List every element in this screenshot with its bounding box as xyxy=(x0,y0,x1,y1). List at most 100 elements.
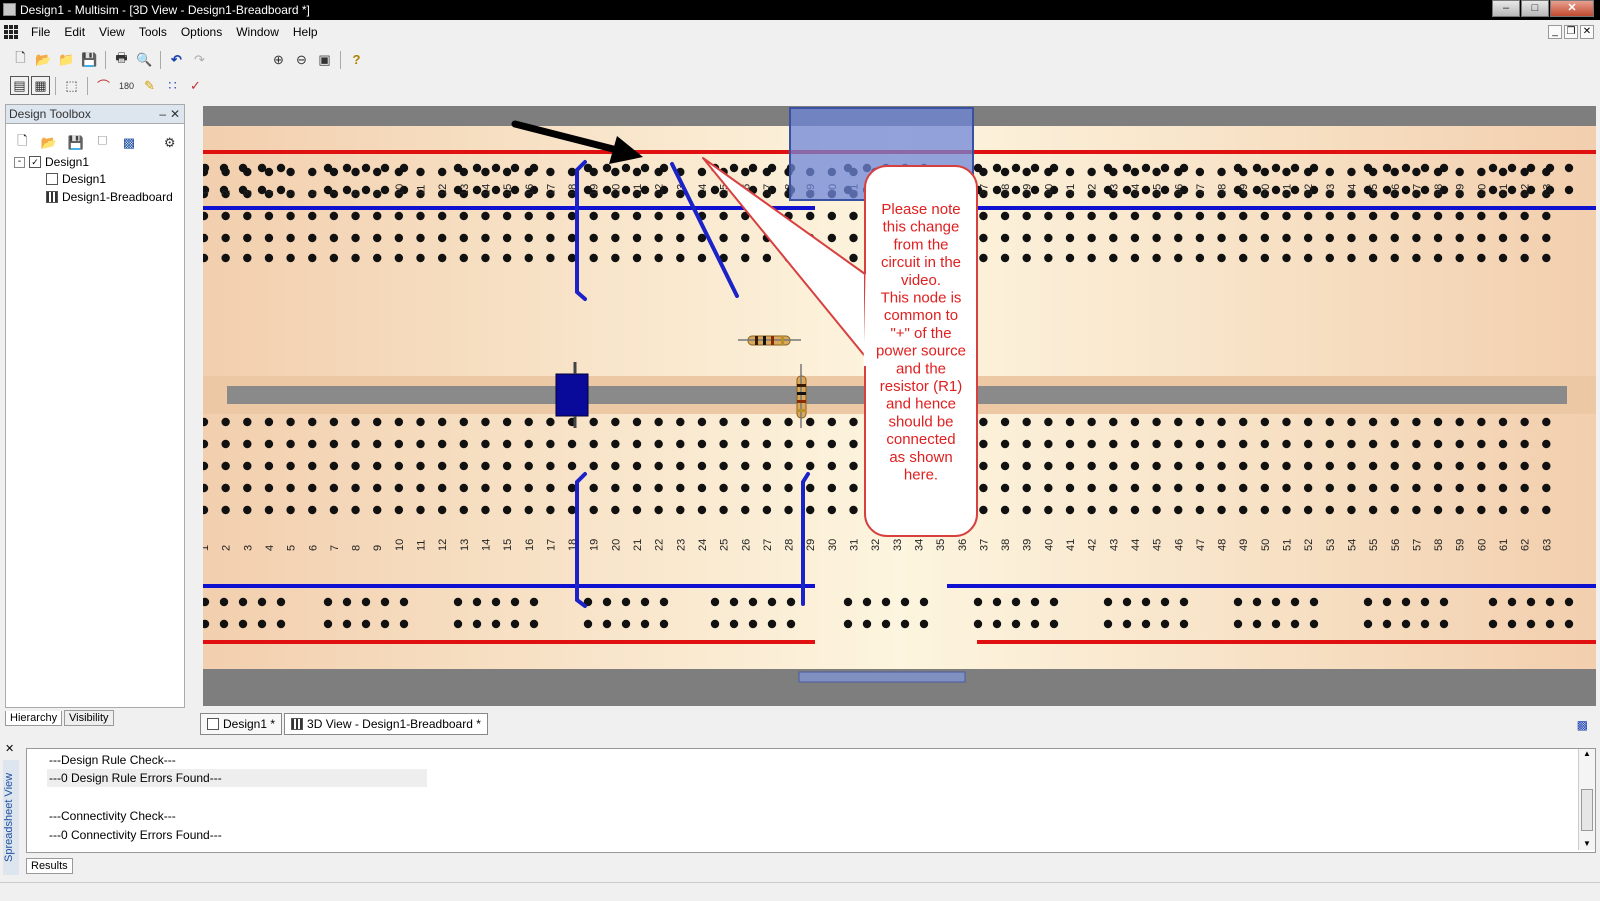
scroll-up-icon[interactable]: ▲ xyxy=(1579,749,1595,758)
undo-icon[interactable]: ↶ xyxy=(166,49,187,70)
tab-visibility[interactable]: Visibility xyxy=(64,710,114,726)
toolbox-pin-icon[interactable]: – xyxy=(159,105,166,123)
menu-window[interactable]: Window xyxy=(229,21,286,43)
zoom-toolbar: ⊕ ⊖ ▣ ? xyxy=(268,49,367,70)
help-icon[interactable]: ? xyxy=(346,49,367,70)
collapse-icon[interactable]: - xyxy=(14,156,25,168)
zoom-out-icon[interactable]: ⊖ xyxy=(291,49,312,70)
breadboard-hole xyxy=(308,253,317,263)
menu-options[interactable]: Options xyxy=(174,21,229,43)
breadboard-hole xyxy=(1087,253,1096,263)
toolbox-close-doc-icon[interactable]: 🗆 xyxy=(92,132,113,153)
zoom-in-icon[interactable]: ⊕ xyxy=(268,49,289,70)
open-folder-icon[interactable]: 📂 xyxy=(33,49,54,70)
tab-results[interactable]: Results xyxy=(26,858,73,874)
breadboard-hole xyxy=(416,233,425,243)
rail-hole xyxy=(1122,619,1132,629)
breadboard-hole xyxy=(697,167,707,177)
toolbox-save-icon[interactable]: 💾 xyxy=(65,132,86,153)
tab-3d-view[interactable]: 3D View - Design1-Breadboard * xyxy=(284,713,488,735)
breadboard-hole xyxy=(1195,233,1205,243)
rotate-180-icon[interactable]: 180 xyxy=(116,75,137,96)
column-number: 35 xyxy=(935,539,947,551)
minimize-button[interactable]: – xyxy=(1492,0,1520,17)
tab-hierarchy[interactable]: Hierarchy xyxy=(5,711,63,726)
results-scrollbar[interactable]: ▲ ▼ xyxy=(1578,749,1595,850)
close-button[interactable]: ✕ xyxy=(1550,0,1594,17)
breadboard-hole xyxy=(1217,167,1226,177)
scroll-down-icon[interactable]: ▼ xyxy=(1579,839,1595,848)
rail-hole xyxy=(767,163,777,173)
panel-close-icon[interactable]: ✕ xyxy=(5,742,14,755)
tree-root[interactable]: - ✓ Design1 xyxy=(14,155,89,169)
redo-icon[interactable]: ↷ xyxy=(189,49,210,70)
scroll-thumb[interactable] xyxy=(1581,789,1593,831)
mdi-minimize-button[interactable]: _ xyxy=(1548,25,1562,39)
rail-hole xyxy=(1507,619,1517,629)
breadboard-hole xyxy=(286,211,295,221)
zoom-fit-icon[interactable]: ▣ xyxy=(314,49,335,70)
column-number: 41 xyxy=(1065,539,1077,551)
tab-design1[interactable]: Design1 * xyxy=(200,713,283,735)
select-area-icon[interactable]: ⬚ xyxy=(61,75,82,96)
mdi-close-button[interactable]: ✕ xyxy=(1580,25,1594,39)
pencil-icon[interactable]: ✎ xyxy=(139,75,160,96)
rail-hole xyxy=(342,597,352,607)
breadboard-hole xyxy=(632,483,642,493)
rail-hole xyxy=(640,619,650,629)
wire-icon[interactable]: ⌒ xyxy=(93,75,114,96)
breadboard-canvas[interactable]: 1234567891011121314151617181920212223242… xyxy=(203,106,1596,706)
rail-hole xyxy=(1271,619,1281,629)
breadboard-hole xyxy=(221,233,230,243)
maximize-button[interactable]: □ xyxy=(1521,0,1549,17)
toolbox-new-icon[interactable]: 🗋 xyxy=(12,132,33,153)
menu-view[interactable]: View xyxy=(92,21,132,43)
layout-icon[interactable]: ▩ xyxy=(1577,718,1588,732)
rail-hole xyxy=(1309,597,1319,607)
breadboard-hole xyxy=(524,253,533,263)
tree-item-design1[interactable]: Design1 xyxy=(46,172,106,186)
print-icon[interactable]: 🖶 xyxy=(111,49,132,70)
new-file-icon[interactable]: 🗋 xyxy=(10,49,31,70)
breadboard-3d-view[interactable]: 1234567891011121314151617181920212223242… xyxy=(203,106,1596,706)
breadboard-icon xyxy=(291,718,304,730)
menu-help[interactable]: Help xyxy=(286,21,325,43)
breadboard-hole xyxy=(1282,233,1291,243)
toolbox-open-icon[interactable]: 📂 xyxy=(39,132,60,153)
breadboard-hole xyxy=(459,233,468,243)
toolbox-layer-icon[interactable]: ▩ xyxy=(119,132,140,153)
toggle-toolbox-icon[interactable]: ▤ xyxy=(10,76,29,95)
breadboard-hole xyxy=(221,439,230,449)
breadboard-hole xyxy=(1520,461,1529,471)
breadboard-hole xyxy=(806,505,815,515)
breadboard-hole xyxy=(1282,439,1291,449)
column-number: 45 xyxy=(1152,184,1164,196)
breadboard-hole xyxy=(1412,461,1421,471)
rail-hole xyxy=(1141,597,1151,607)
breadboard-hole xyxy=(1174,461,1183,471)
column-number: 42 xyxy=(1087,539,1099,551)
rail-hole xyxy=(1049,163,1059,173)
column-number: 17 xyxy=(545,184,557,196)
checkbox-icon[interactable]: ✓ xyxy=(29,156,41,168)
open-samples-icon[interactable]: 📁 xyxy=(56,49,77,70)
breadboard-hole xyxy=(524,505,533,515)
save-icon[interactable]: 💾 xyxy=(79,49,100,70)
breadboard-hole xyxy=(632,253,642,263)
rail-hole xyxy=(767,619,777,629)
toolbox-settings-icon[interactable]: ⚙ xyxy=(159,132,180,153)
spreadsheet-view-label[interactable]: Spreadsheet View xyxy=(3,760,19,875)
connect-points-icon[interactable]: ∷ xyxy=(162,75,183,96)
toggle-spreadsheet-icon[interactable]: ▦ xyxy=(31,76,50,95)
mdi-restore-button[interactable]: ❐ xyxy=(1564,25,1578,39)
menu-edit[interactable]: Edit xyxy=(57,21,92,43)
toolbox-close-icon[interactable]: ✕ xyxy=(170,105,180,123)
check-connectivity-icon[interactable]: ✓ xyxy=(185,75,206,96)
tree-item-breadboard[interactable]: Design1-Breadboard xyxy=(46,190,173,204)
callout-text-line: and hence xyxy=(886,396,956,413)
menu-file[interactable]: File xyxy=(24,21,57,43)
multisim-menu-icon[interactable] xyxy=(4,25,18,39)
menu-tools[interactable]: Tools xyxy=(132,21,174,43)
view-toolbar: ▤ ▦ ⬚ ⌒ 180 ✎ ∷ ✓ xyxy=(10,75,206,96)
print-preview-icon[interactable]: 🔍 xyxy=(134,49,155,70)
